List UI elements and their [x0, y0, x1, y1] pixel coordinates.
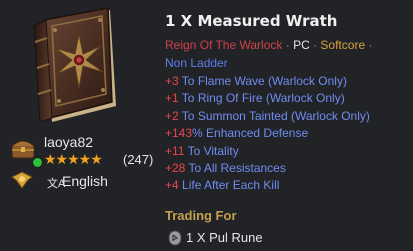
- stat-value: +3: [165, 74, 179, 88]
- stat-value: +11: [165, 143, 185, 158]
- stat-text: Life After Each Kill: [178, 178, 280, 193]
- spellbook-icon[interactable]: [20, 6, 122, 126]
- platform-label: PC: [293, 38, 310, 52]
- mode-label: Softcore: [320, 38, 366, 52]
- stat-list: +3 To Flame Wave (Warlock Only) +1 To Ri…: [165, 73, 405, 195]
- stat-text: To Ring Of Fire (Warlock Only): [178, 91, 345, 106]
- stat-value: +28: [165, 161, 186, 176]
- item-meta: Reign Of The Warlock · PC · Softcore · N…: [165, 36, 405, 72]
- stat-value: +143: [165, 126, 193, 141]
- seller-info: laoya82 ★★★★★ (247) 文A English: [10, 134, 160, 196]
- seller-name[interactable]: laoya82: [44, 134, 93, 150]
- trade-item-label[interactable]: 1 X Pul Rune: [186, 230, 263, 245]
- stat-row: +3 To Flame Wave (Warlock Only): [165, 73, 405, 90]
- treasure-chest-icon[interactable]: [10, 136, 36, 160]
- stat-row: +28 To All Resistances: [165, 160, 405, 177]
- rating-stars: ★★★★★: [44, 151, 103, 167]
- language-label: English: [62, 173, 108, 189]
- stat-text: To Vitality: [184, 143, 239, 158]
- ladder-label: Non Ladder: [165, 56, 228, 70]
- stat-value: +2: [165, 108, 179, 123]
- stat-text: To All Resistances: [185, 161, 286, 176]
- listing-card: laoya82 ★★★★★ (247) 文A English 1 X Measu…: [0, 0, 413, 251]
- stat-text: To Flame Wave (Warlock Only): [178, 74, 347, 88]
- meta-separator: ·: [285, 38, 290, 52]
- meta-separator: ·: [313, 38, 318, 52]
- stat-row: +143% Enhanced Defense: [165, 125, 405, 142]
- set-name: Reign Of The Warlock: [165, 38, 283, 52]
- gold-badge-icon: [11, 171, 33, 189]
- trade-item[interactable]: 1 X Pul Rune: [168, 228, 408, 248]
- stat-value: +4: [165, 178, 179, 193]
- stat-text: % Enhanced Defense: [192, 126, 309, 141]
- rating-count: (247): [123, 152, 154, 167]
- item-details: 1 X Measured Wrath Reign Of The Warlock …: [165, 10, 405, 195]
- stat-row: +2 To Summon Tainted (Warlock Only): [165, 108, 405, 125]
- stat-text: To Summon Tainted (Warlock Only): [178, 108, 370, 123]
- online-dot-icon: [32, 157, 43, 168]
- meta-separator: ·: [368, 38, 373, 52]
- trading-heading: Trading For: [165, 208, 237, 223]
- item-title[interactable]: 1 X Measured Wrath: [165, 10, 405, 32]
- stat-row: +4 Life After Each Kill: [165, 177, 405, 194]
- rune-icon: [168, 230, 182, 246]
- stat-row: +1 To Ring Of Fire (Warlock Only): [165, 90, 405, 107]
- stat-row: +11 To Vitality: [165, 143, 405, 160]
- stat-value: +1: [165, 91, 179, 106]
